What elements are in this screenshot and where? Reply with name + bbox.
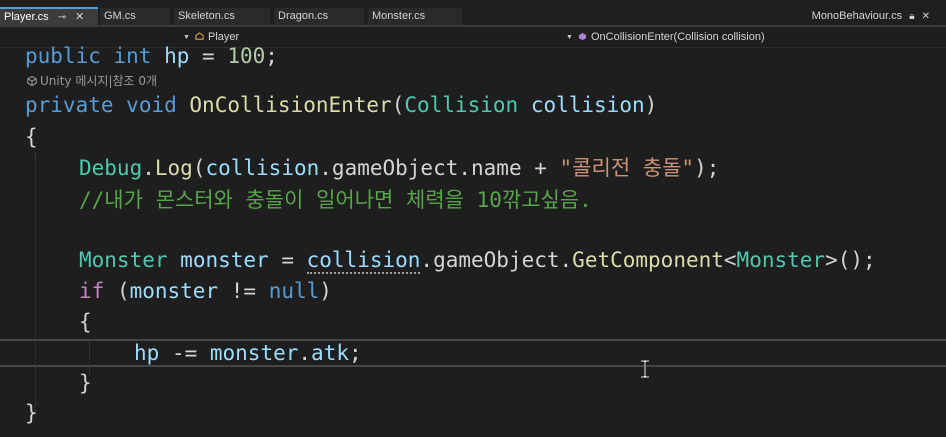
type-name: Debug [79, 156, 143, 180]
punctuation: . [420, 248, 434, 272]
close-icon[interactable]: ✕ [75, 9, 84, 25]
brace: { [25, 125, 38, 149]
codelens-text: Unity 메시지|참조 0개 [40, 74, 158, 88]
type-name: Collision [404, 93, 519, 117]
indent-guide [35, 152, 36, 414]
member: name [471, 156, 522, 180]
class-icon [195, 32, 204, 40]
brace: { [79, 310, 92, 334]
unity-icon [27, 76, 37, 86]
close-icon[interactable]: ✕ [922, 11, 930, 22]
punctuation: . [559, 248, 573, 272]
document-tab-strip: Player.cs ⊸ ✕ GM.cs Skeleton.cs Dragon.c… [0, 0, 946, 27]
tab-dragon-cs[interactable]: Dragon.cs [274, 8, 364, 25]
tab-label: Player.cs [4, 11, 49, 23]
code-line-11: } [25, 400, 38, 426]
tab-monster-cs[interactable]: Monster.cs [368, 8, 462, 25]
punctuation: . [458, 156, 472, 180]
code-line-9: hp -= monster.atk; [134, 340, 362, 366]
lock-icon: 🔒︎ [909, 11, 915, 22]
punctuation: < [723, 248, 737, 272]
member: gameObject [433, 248, 560, 272]
punctuation: ) [644, 93, 658, 117]
tab-player-cs[interactable]: Player.cs ⊸ ✕ [0, 7, 98, 25]
keyword: null [268, 279, 320, 303]
tab-gm-cs[interactable]: GM.cs [100, 8, 170, 25]
member: gameObject [331, 156, 459, 180]
punctuation: ) [319, 279, 332, 303]
text-cursor-icon [641, 360, 649, 378]
parameter-reference: collision [306, 248, 421, 274]
string-literal: "콜리전 충돌" [559, 156, 695, 180]
codelens-references[interactable]: Unity 메시지|참조 0개 [27, 73, 157, 89]
field-reference: hp [134, 341, 160, 365]
code-line-10: } [79, 370, 92, 396]
control-keyword: if [79, 279, 105, 303]
variable: monster [209, 341, 299, 365]
punctuation: ; [348, 341, 362, 365]
keyword: void [126, 93, 177, 117]
pin-icon[interactable]: ⊸ [58, 10, 66, 25]
keyword: private [25, 93, 114, 117]
punctuation: ( [192, 156, 206, 180]
member: atk [311, 341, 349, 365]
punctuation: ); [694, 156, 720, 180]
punctuation: >(); [825, 248, 876, 272]
brace: } [25, 401, 38, 425]
code-line-8: { [79, 309, 92, 335]
operator: = [189, 44, 228, 68]
punctuation: . [298, 341, 312, 365]
code-line-4: Debug.Log(collision.gameObject.name + "콜… [79, 155, 719, 181]
tab-label: GM.cs [104, 10, 136, 22]
variable: collision [205, 156, 320, 180]
code-line-3: { [25, 124, 38, 150]
method-name: GetComponent [572, 248, 724, 272]
code-line-5: //내가 몬스터와 충돌이 일어나면 체력을 10깎고싶음. [79, 187, 592, 213]
keyword: public [25, 44, 101, 68]
operator: = [268, 248, 307, 272]
type-name: Monster [79, 248, 168, 272]
member-dropdown-label: OnCollisionEnter(Collision collision) [591, 31, 765, 43]
parameter-name: collision [530, 93, 645, 117]
type-name: Monster [736, 248, 826, 272]
variable: monster [129, 279, 219, 303]
punctuation: ( [391, 93, 405, 117]
code-line-7: if (monster != null) [79, 278, 332, 304]
field-name: hp [164, 44, 190, 68]
comment: //내가 몬스터와 충돌이 일어나면 체력을 10깎고싶음. [79, 188, 592, 212]
class-dropdown-label: Player [208, 31, 240, 43]
code-line-6: Monster monster = collision.gameObject.G… [79, 247, 876, 274]
number-literal: 100 [227, 44, 266, 68]
operator: != [218, 279, 269, 303]
tab-monobehaviour-cs[interactable]: MonoBehaviour.cs 🔒︎ ✕ [812, 8, 930, 25]
chevron-down-icon: ▼ [183, 34, 190, 41]
member-dropdown[interactable]: ▼ OnCollisionEnter(Collision collision) [566, 30, 765, 44]
punctuation: ; [265, 44, 278, 68]
keyword: int [113, 44, 152, 68]
brace: } [79, 371, 92, 395]
class-dropdown[interactable]: ▼ Player [183, 30, 239, 44]
tab-label: Dragon.cs [278, 10, 329, 22]
code-line-1: public int hp = 100; [25, 43, 278, 69]
tab-label: Monster.cs [372, 10, 426, 22]
operator: + [521, 156, 560, 180]
variable: monster [180, 248, 269, 272]
code-line-2: private void OnCollisionEnter(Collision … [25, 92, 657, 118]
method-icon [578, 32, 587, 41]
punctuation: . [319, 156, 332, 180]
tab-label: Skeleton.cs [178, 10, 235, 22]
code-editor[interactable]: public int hp = 100; Unity 메시지|참조 0개 pri… [0, 44, 946, 437]
punctuation: ( [104, 279, 130, 303]
tab-label: MonoBehaviour.cs [811, 10, 903, 22]
punctuation: . [142, 156, 155, 180]
chevron-down-icon: ▼ [566, 34, 573, 41]
tab-skeleton-cs[interactable]: Skeleton.cs [174, 8, 270, 25]
method-name: Log [154, 156, 193, 180]
operator: -= [159, 341, 210, 365]
method-name: OnCollisionEnter [189, 93, 392, 117]
